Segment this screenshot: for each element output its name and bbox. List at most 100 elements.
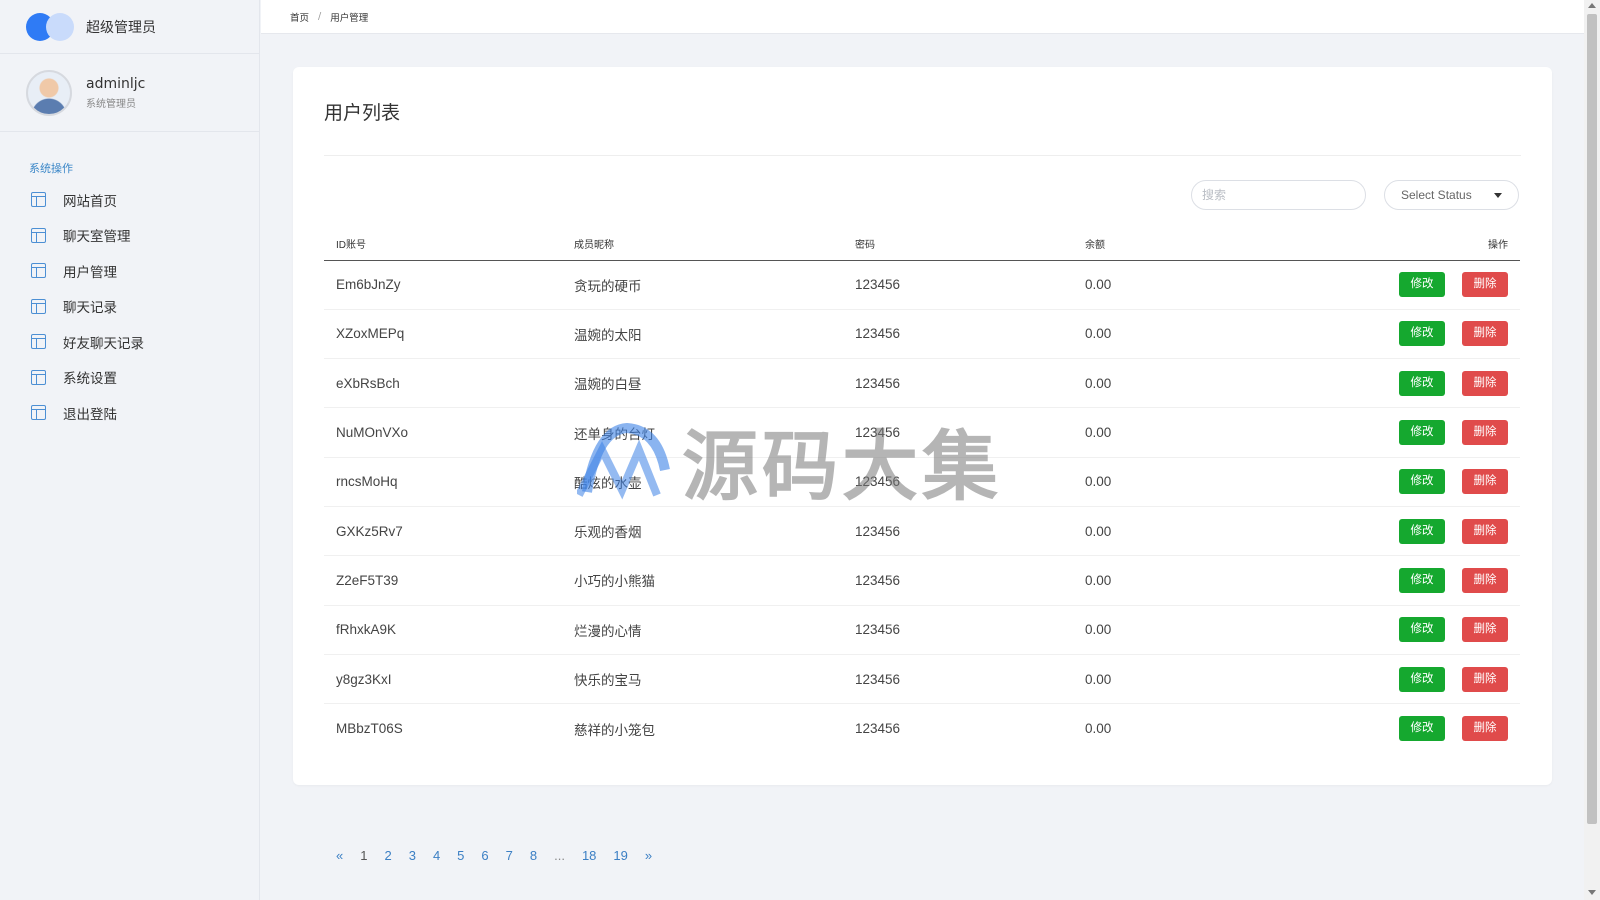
user-profile[interactable]: adminljc 系统管理员 — [0, 54, 259, 132]
cell-id: Em6bJnZy — [324, 260, 574, 310]
cell-nickname: 酷炫的水壶 — [574, 457, 855, 507]
scrollbar[interactable] — [1584, 0, 1600, 900]
page-title: 用户列表 — [324, 102, 401, 124]
cell-balance: 0.00 — [1085, 407, 1335, 458]
layout-icon — [31, 192, 46, 208]
breadcrumb-current: 用户管理 — [330, 12, 369, 24]
status-select[interactable]: Select Status — [1384, 180, 1519, 210]
pagination-page[interactable]: 1 — [360, 848, 367, 863]
cell-balance: 0.00 — [1085, 506, 1335, 557]
cell-password: 123456 — [855, 309, 1085, 360]
pagination-page[interactable]: 19 — [613, 848, 627, 863]
pagination-page[interactable]: 5 — [457, 848, 464, 863]
sidebar-item-chat-logs[interactable]: 聊天记录 — [0, 289, 259, 325]
pagination: « 1 2 3 4 5 6 7 8 ... 18 19 » — [336, 848, 669, 863]
sidebar-item-friend-chat-logs[interactable]: 好友聊天记录 — [0, 324, 259, 360]
layout-icon — [31, 298, 46, 314]
cell-id: MBbzT06S — [336, 721, 403, 737]
sidebar-item-label: 用户管理 — [63, 264, 117, 281]
delete-button[interactable]: 删除 — [1462, 567, 1508, 593]
cell-nickname: 温婉的白昼 — [574, 358, 855, 409]
pagination-ellipsis: ... — [554, 848, 565, 863]
avatar[interactable] — [26, 69, 72, 116]
pagination-page[interactable]: 3 — [409, 848, 416, 863]
pagination-next[interactable]: » — [645, 848, 652, 863]
edit-button[interactable]: 修改 — [1399, 716, 1445, 742]
delete-button[interactable]: 删除 — [1462, 617, 1508, 643]
delete-button[interactable]: 删除 — [1462, 272, 1508, 298]
cell-password: 123456 — [855, 260, 1085, 310]
sidebar-item-settings[interactable]: 系统设置 — [0, 360, 259, 396]
column-header-actions: 操作 — [1335, 227, 1520, 261]
cell-balance: 0.00 — [1085, 457, 1335, 507]
delete-button[interactable]: 删除 — [1462, 518, 1508, 544]
sidebar-item-home[interactable]: 网站首页 — [0, 182, 259, 218]
delete-button[interactable]: 删除 — [1462, 666, 1508, 692]
column-header-balance: 余额 — [1085, 227, 1335, 261]
delete-button[interactable]: 删除 — [1462, 716, 1508, 742]
pagination-page[interactable]: 18 — [582, 848, 596, 863]
cell-id: rncsMoHq — [324, 457, 574, 507]
breadcrumb-home[interactable]: 首页 — [290, 10, 309, 24]
column-header-nickname: 成员昵称 — [574, 227, 855, 261]
brand: 超级管理员 — [0, 0, 259, 54]
edit-button[interactable]: 修改 — [1399, 666, 1445, 692]
sidebar-item-users[interactable]: 用户管理 — [0, 253, 259, 289]
user-list-card: 用户列表 Select Status ID账号 成员昵称 密码 余额 操作 Em… — [293, 67, 1552, 785]
cell-actions: 修改 删除 — [1335, 457, 1520, 507]
sidebar-item-label: 网站首页 — [63, 193, 117, 210]
pagination-prev[interactable]: « — [336, 848, 343, 863]
search-input[interactable] — [1191, 180, 1366, 210]
cell-balance: 0.00 — [1085, 260, 1335, 310]
cell-actions: 修改 删除 — [1335, 704, 1520, 753]
edit-button[interactable]: 修改 — [1399, 469, 1445, 495]
cell-nickname: 小巧的小熊猫 — [574, 555, 855, 606]
delete-button[interactable]: 删除 — [1462, 370, 1508, 396]
delete-button[interactable]: 删除 — [1462, 321, 1508, 347]
pagination-page[interactable]: 7 — [506, 848, 513, 863]
cell-balance: 0.00 — [1085, 555, 1335, 606]
profile-role: 系统管理员 — [86, 98, 136, 110]
edit-button[interactable]: 修改 — [1399, 272, 1445, 298]
divider — [324, 155, 1521, 156]
scrollbar-thumb[interactable] — [1587, 14, 1597, 824]
layout-icon — [31, 405, 46, 421]
delete-button[interactable]: 删除 — [1462, 469, 1508, 495]
scroll-down-icon[interactable] — [1588, 890, 1596, 895]
cell-id: NuMOnVXo — [324, 407, 574, 458]
cell-nickname: 快乐的宝马 — [574, 654, 855, 705]
profile-name: adminljc — [86, 75, 146, 92]
sidebar-item-logout[interactable]: 退出登陆 — [0, 395, 259, 431]
edit-button[interactable]: 修改 — [1399, 567, 1445, 593]
sidebar-item-chatroom[interactable]: 聊天室管理 — [0, 218, 259, 254]
edit-button[interactable]: 修改 — [1399, 420, 1445, 446]
pagination-page[interactable]: 2 — [384, 848, 391, 863]
sidebar-item-label: 聊天室管理 — [63, 229, 131, 246]
cell-actions: 修改 删除 — [1335, 358, 1520, 409]
cell-nickname: 贪玩的硬币 — [574, 260, 855, 310]
edit-button[interactable]: 修改 — [1399, 321, 1445, 347]
cell-actions: 修改 删除 — [1335, 555, 1520, 606]
sidebar-item-label: 好友聊天记录 — [63, 335, 144, 352]
scroll-up-icon[interactable] — [1588, 3, 1596, 8]
pagination-page[interactable]: 6 — [481, 848, 488, 863]
delete-button[interactable]: 删除 — [1462, 420, 1508, 446]
cell-password: 123456 — [855, 654, 1085, 705]
cell-id: Z2eF5T39 — [324, 555, 574, 606]
layout-icon — [31, 263, 46, 279]
cell-nickname: 温婉的太阳 — [574, 309, 855, 360]
nav-heading: 系统操作 — [29, 162, 73, 175]
cell-id: XZoxMEPq — [324, 309, 574, 360]
cell-password: 123456 — [855, 721, 901, 737]
edit-button[interactable]: 修改 — [1399, 370, 1445, 396]
table-row: Z2eF5T39 小巧的小熊猫 123456 0.00 修改 删除 — [324, 555, 1520, 606]
cell-actions: 修改 删除 — [1335, 654, 1520, 705]
pagination-page[interactable]: 8 — [530, 848, 537, 863]
pagination-page[interactable]: 4 — [433, 848, 440, 863]
cell-id: eXbRsBch — [324, 358, 574, 409]
cell-balance: 0.00 — [1085, 721, 1112, 737]
user-table: ID账号 成员昵称 密码 余额 操作 Em6bJnZy 贪玩的硬币 123456 0.… — [324, 227, 1520, 753]
edit-button[interactable]: 修改 — [1399, 518, 1445, 544]
edit-button[interactable]: 修改 — [1399, 617, 1445, 643]
sidebar: 超级管理员 adminljc 系统管理员 系统操作 网站首页 聊天室管理 用户管… — [0, 0, 260, 900]
